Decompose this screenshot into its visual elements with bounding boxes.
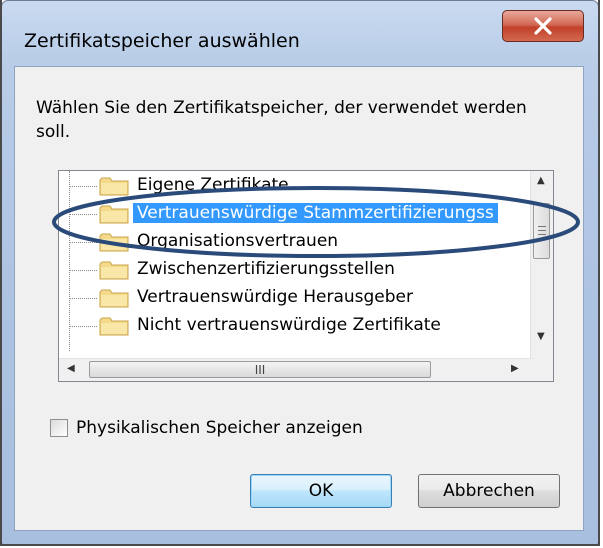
vertical-scroll-thumb[interactable] [533, 203, 550, 259]
folder-icon [99, 233, 129, 252]
tree-item-label: Vertrauenswürdige Herausgeber [137, 287, 414, 307]
folder-icon [99, 261, 129, 280]
horizontal-scrollbar[interactable]: ◀ III ▶ [59, 358, 533, 381]
tree-item-label: Nicht vertrauenswürdige Zertifikate [137, 315, 441, 335]
scroll-right-icon[interactable]: ▶ [511, 363, 519, 374]
scroll-grip: III [254, 362, 266, 377]
certificate-store-tree[interactable]: Eigene Zertifikate Vertrauenswürdige Sta… [58, 170, 554, 382]
tree-connector-line [69, 171, 70, 351]
close-icon [534, 17, 552, 35]
folder-icon [99, 205, 129, 224]
tree-item-label: Vertrauenswürdige Stammzertifizierungss [133, 203, 498, 223]
horizontal-scroll-thumb[interactable]: III [89, 361, 431, 378]
show-physical-store-checkbox[interactable] [50, 419, 68, 437]
scroll-down-icon[interactable]: ▼ [537, 331, 545, 342]
folder-icon [99, 317, 129, 336]
scroll-left-icon[interactable]: ◀ [67, 363, 75, 374]
folder-icon [99, 289, 129, 308]
scrollbar-corner [531, 359, 553, 381]
tree-item-label: Eigene Zertifikate [137, 175, 289, 195]
show-physical-store-label: Physikalischen Speicher anzeigen [76, 418, 363, 438]
cancel-button[interactable]: Abbrechen [418, 474, 560, 508]
vertical-scrollbar[interactable]: ▲ ▼ [530, 171, 553, 361]
show-physical-store-option[interactable]: Physikalischen Speicher anzeigen [50, 418, 363, 438]
folder-icon [99, 177, 129, 196]
tree-item-label: Organisationsvertrauen [137, 231, 339, 251]
window-title: Zertifikatspeicher auswählen [24, 30, 300, 52]
ok-button[interactable]: OK [250, 474, 392, 508]
scroll-up-icon[interactable]: ▲ [537, 175, 545, 186]
instruction-text: Wählen Sie den Zertifikatspeicher, der v… [36, 98, 527, 142]
tree-item-label: Zwischenzertifizierungsstellen [137, 259, 395, 279]
close-button[interactable] [502, 10, 584, 42]
